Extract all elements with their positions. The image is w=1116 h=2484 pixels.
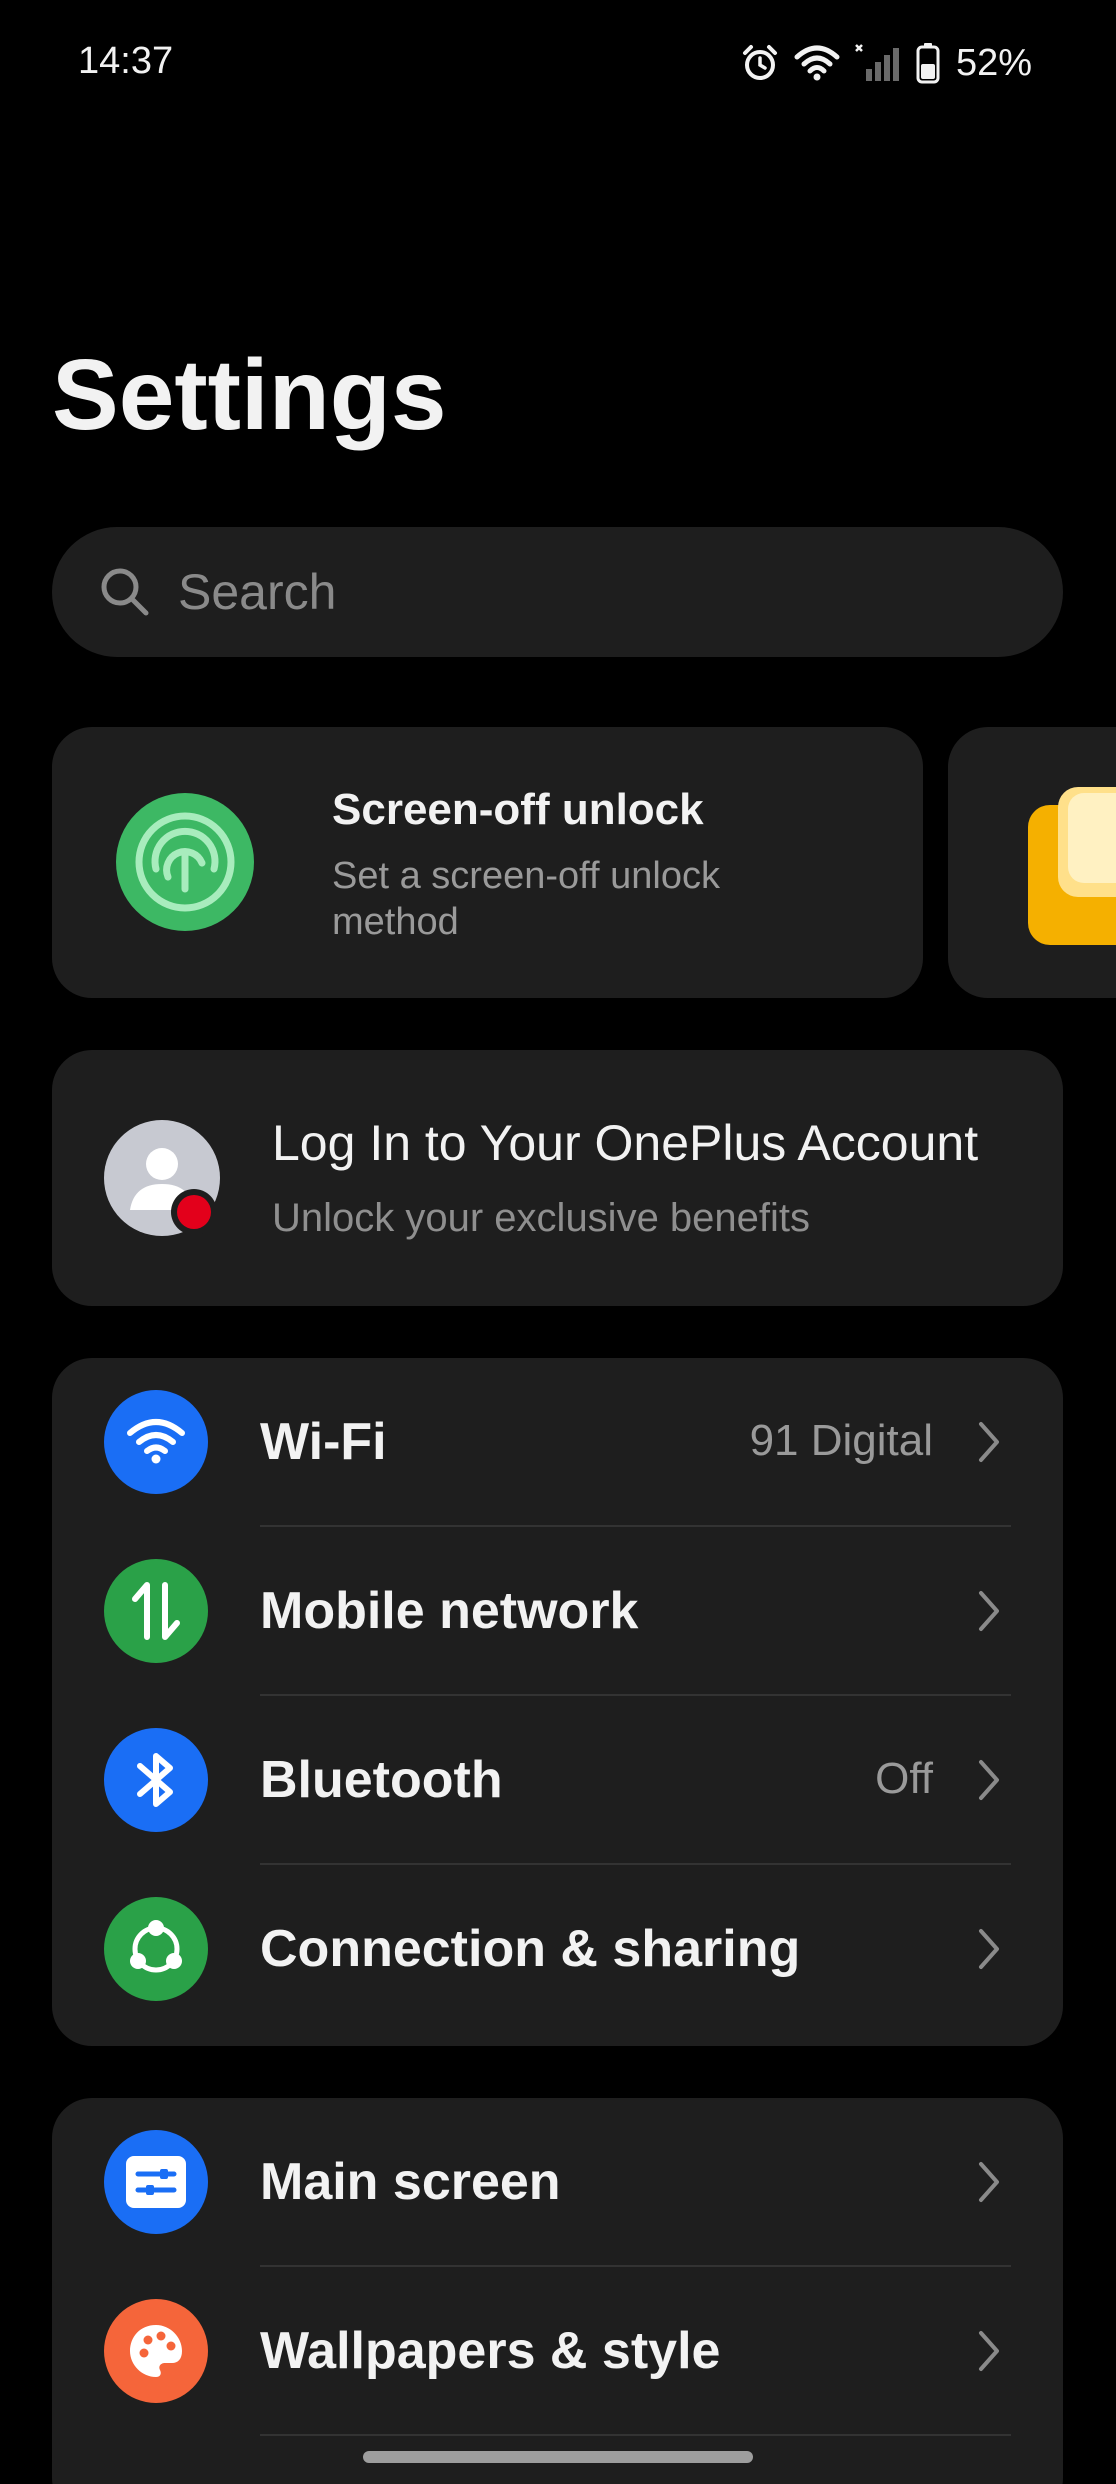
avatar — [104, 1120, 220, 1236]
account-card[interactable]: Log In to Your OnePlus Account Unlock yo… — [52, 1050, 1063, 1306]
chevron-right-icon — [979, 1760, 999, 1800]
palette-icon — [104, 2299, 208, 2403]
row-label: Wi-Fi — [260, 1413, 387, 1471]
row-value: 91 Digital — [749, 1416, 933, 1465]
chevron-right-icon — [979, 2331, 999, 2371]
connectivity-group: Wi-Fi 91 Digital Mobile network Bluetoot… — [52, 1358, 1063, 2046]
chevron-right-icon — [979, 1591, 999, 1631]
row-label: Bluetooth — [260, 1751, 503, 1809]
mobile-data-icon — [104, 1559, 208, 1663]
row-value: Off — [875, 1754, 933, 1803]
battery-percent: 52% — [955, 41, 1032, 84]
row-label: Connection & sharing — [260, 1920, 801, 1978]
settings-row-connection-sharing[interactable]: Connection & sharing — [52, 1865, 1063, 2034]
share-icon — [104, 1897, 208, 2001]
row-label: Main screen — [260, 2153, 561, 2211]
home-indicator[interactable] — [363, 2451, 753, 2463]
status-time: 14:37 — [78, 40, 174, 82]
signal-icon — [854, 43, 902, 83]
settings-row-mobile-network[interactable]: Mobile network — [52, 1527, 1063, 1696]
row-label: Mobile network — [260, 1582, 639, 1640]
search-bar[interactable]: Search — [52, 527, 1063, 657]
row-label: Wallpapers & style — [260, 2322, 721, 2380]
main-screen-icon — [104, 2130, 208, 2234]
display-group: Main screen Wallpapers & style — [52, 2098, 1063, 2484]
account-title: Log In to Your OnePlus Account — [272, 1115, 979, 1171]
account-subtitle: Unlock your exclusive benefits — [272, 1196, 811, 1240]
alarm-icon — [740, 43, 780, 83]
suggestion-subtitle: Set a screen-off unlock method — [332, 855, 720, 943]
chevron-right-icon — [979, 2162, 999, 2202]
settings-row-wifi[interactable]: Wi-Fi 91 Digital — [52, 1358, 1063, 1527]
settings-row-wallpapers-style[interactable]: Wallpapers & style — [52, 2267, 1063, 2436]
wifi-icon — [104, 1390, 208, 1494]
wifi-icon — [794, 43, 840, 83]
settings-row-bluetooth[interactable]: Bluetooth Off — [52, 1696, 1063, 1865]
chevron-right-icon — [979, 1929, 999, 1969]
bluetooth-icon — [104, 1728, 208, 1832]
suggestion-title: Screen-off unlock — [332, 785, 704, 834]
settings-row-main-screen[interactable]: Main screen — [52, 2098, 1063, 2267]
search-input[interactable]: Search — [178, 563, 336, 621]
status-icons: 52% — [740, 38, 1032, 88]
divider — [260, 2434, 1011, 2436]
search-icon — [101, 568, 149, 616]
fingerprint-icon — [116, 793, 254, 931]
chevron-right-icon — [979, 1422, 999, 1462]
status-bar: 14:37 52% — [0, 0, 1116, 130]
settings-screen: 14:37 52% Settings Search Screen-off unl… — [0, 0, 1116, 2484]
page-title: Settings — [52, 339, 447, 451]
suggestion-card-notes[interactable] — [948, 727, 1116, 998]
notes-icon — [1028, 787, 1116, 945]
battery-icon — [916, 42, 940, 84]
suggestion-card-screen-off-unlock[interactable]: Screen-off unlock Set a screen-off unloc… — [52, 727, 923, 998]
